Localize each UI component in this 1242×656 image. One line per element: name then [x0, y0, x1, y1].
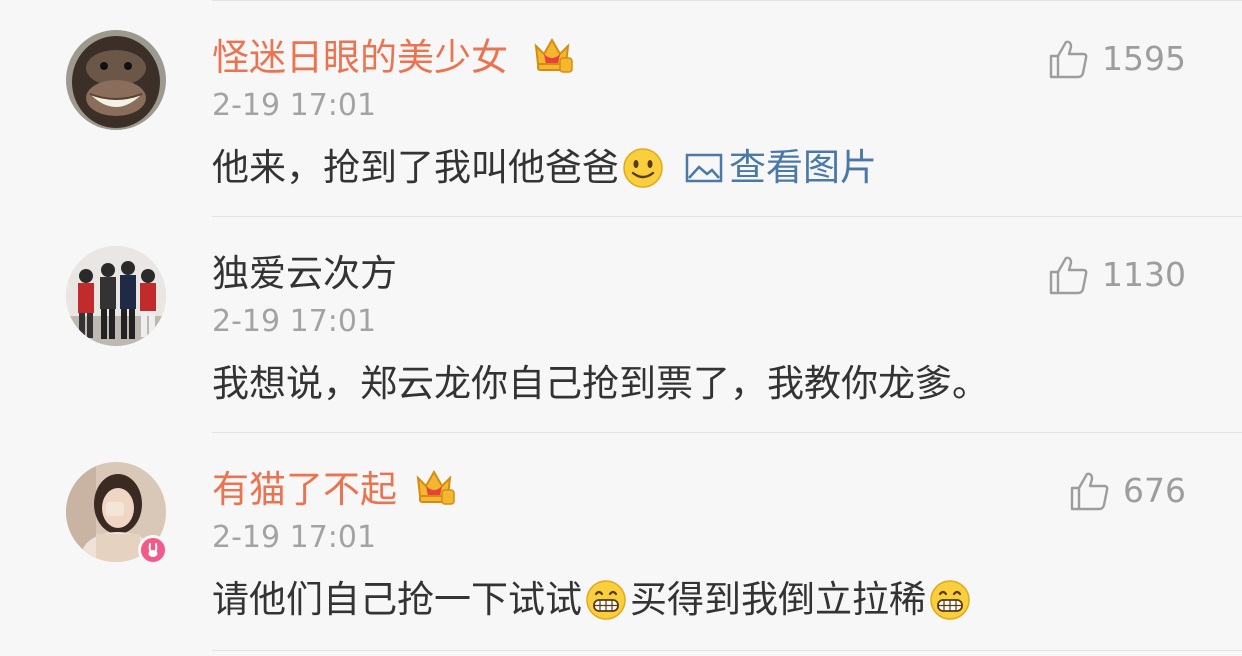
- username[interactable]: 有猫了不起: [212, 468, 397, 512]
- comment-text-part: 我想说，郑云龙你自己抢到票了，我教你龙爹。: [212, 362, 989, 405]
- view-picture-link[interactable]: 查看图片: [685, 144, 877, 192]
- like-button[interactable]: 1130: [1048, 254, 1186, 296]
- username[interactable]: 怪迷日眼的美少女: [212, 36, 508, 80]
- comment-text: 我想说，郑云龙你自己抢到票了，我教你龙爹。: [212, 360, 989, 408]
- comment-item: 独爱云次方 2-19 17:01 我想说，郑云龙你自己抢到票了，我教你龙爹。 1…: [0, 216, 1242, 432]
- comment-time: 2-19 17:01: [212, 88, 377, 123]
- thumbs-up-icon: [1049, 40, 1088, 79]
- comment-list: 怪迷日眼的美少女 2-19 17:01 他来，抢到了我叫他爸爸 查看图片 159…: [0, 0, 1242, 656]
- rabbit-badge-icon: [148, 543, 158, 557]
- comment-time: 2-19 17:01: [212, 520, 377, 555]
- vip-crown-icon: [416, 469, 455, 505]
- comment-text-part: 买得到我倒立拉稀: [630, 578, 926, 621]
- comment-item: 怪迷日眼的美少女 2-19 17:01 他来，抢到了我叫他爸爸 查看图片 159…: [0, 0, 1242, 216]
- smile-emoji-icon: [623, 148, 663, 188]
- like-button[interactable]: 1595: [1048, 38, 1186, 80]
- avatar[interactable]: [66, 30, 166, 130]
- avatar[interactable]: [66, 246, 166, 346]
- like-button[interactable]: 676: [1069, 470, 1186, 512]
- group-illustration-avatar-image: [66, 246, 166, 346]
- picture-icon: [685, 153, 723, 183]
- comment-time: 2-19 17:01: [212, 304, 377, 339]
- comment-text: 请他们自己抢一下试试 买得到我倒立拉稀: [212, 576, 974, 624]
- comment-text: 他来，抢到了我叫他爸爸 查看图片: [212, 144, 877, 192]
- divider: [212, 650, 1242, 651]
- grin-emoji-icon: [586, 580, 626, 620]
- verified-badge: [138, 535, 168, 565]
- monkey-avatar-image: [66, 30, 166, 130]
- view-picture-label: 查看图片: [729, 146, 877, 189]
- thumbs-up-icon: [1070, 472, 1109, 511]
- comment-item: 有猫了不起 2-19 17:01 请他们自己抢一下试试 买得到我倒立拉稀 676: [0, 432, 1242, 648]
- grin-emoji-icon: [930, 580, 970, 620]
- like-count: 676: [1123, 471, 1186, 510]
- comment-text-part: 他来，抢到了我叫他爸爸: [212, 146, 619, 189]
- like-count: 1595: [1102, 39, 1186, 78]
- like-count: 1130: [1102, 255, 1186, 294]
- comment-text-part: 请他们自己抢一下试试: [212, 578, 582, 621]
- vip-crown-icon: [534, 37, 573, 73]
- thumbs-up-icon: [1049, 256, 1088, 295]
- username[interactable]: 独爱云次方: [212, 252, 397, 296]
